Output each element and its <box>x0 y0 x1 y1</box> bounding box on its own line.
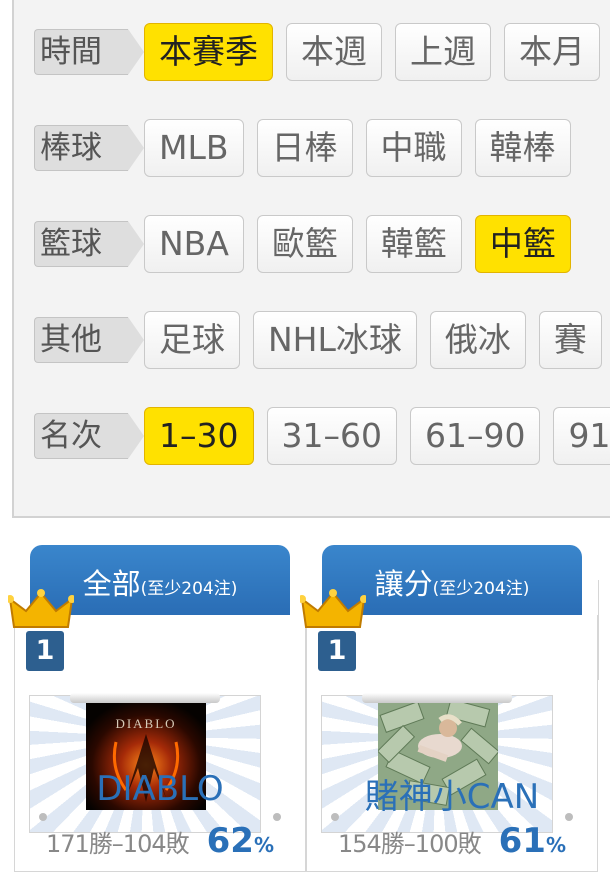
leaderboard-card-all[interactable]: DIABLO 全部(至少204注) 1 DIABLO 171勝–104敗 62% <box>8 545 306 872</box>
card-note: (至少204注) <box>432 579 530 599</box>
filter-label-rank: 名次 <box>34 413 144 459</box>
player-photo-frame[interactable]: DIABLO <box>29 695 261 833</box>
filter-panel: 時間 本賽季 本週 上週 本月 棒球 MLB 日棒 中職 韓棒 籃球 NBA 歐… <box>12 0 610 518</box>
rank-badge: 1 <box>318 631 356 671</box>
other-option-more[interactable]: 賽 <box>538 311 602 369</box>
basketball-option-euro[interactable]: 歐籃 <box>256 215 353 273</box>
filter-row-rank: 名次 1–30 31–60 61–90 91–120 <box>34 406 610 466</box>
win-loss-record: 154勝–100敗 <box>338 830 482 858</box>
time-option-last-week[interactable]: 上週 <box>395 23 491 81</box>
rank-option-61-90[interactable]: 61–90 <box>409 407 541 465</box>
baseball-option-kbo[interactable]: 韓棒 <box>474 119 571 177</box>
player-name[interactable]: DIABLO <box>30 769 290 809</box>
frame-pin <box>39 813 47 821</box>
basketball-option-korea[interactable]: 韓籃 <box>365 215 462 273</box>
basketball-option-china[interactable]: 中籃 <box>474 215 571 273</box>
filter-label-time: 時間 <box>34 29 144 75</box>
rank-option-91-120[interactable]: 91–120 <box>553 407 610 465</box>
filter-row-baseball: 棒球 MLB 日棒 中職 韓棒 <box>34 118 584 178</box>
frame-pin <box>273 813 281 821</box>
time-option-this-week[interactable]: 本週 <box>286 23 382 81</box>
filter-row-other: 其他 足球 NHL冰球 俄冰 賽 <box>34 310 610 370</box>
baseball-option-cpbl[interactable]: 中職 <box>365 119 462 177</box>
crown-icon <box>300 589 366 628</box>
time-option-this-season[interactable]: 本賽季 <box>144 23 273 81</box>
other-option-soccer[interactable]: 足球 <box>144 311 240 369</box>
percent-sign: % <box>545 833 566 857</box>
percent-sign: % <box>253 833 274 857</box>
filter-label-baseball: 棒球 <box>34 125 144 171</box>
baseball-option-npb[interactable]: 日棒 <box>256 119 353 177</box>
time-option-this-month[interactable]: 本月 <box>504 23 600 81</box>
player-record: 171勝–104敗 62% <box>30 821 290 865</box>
filter-label-other: 其他 <box>34 317 144 363</box>
player-record: 154勝–100敗 61% <box>322 821 582 865</box>
card-title: 讓分 <box>374 567 433 601</box>
frame-rail <box>70 693 220 703</box>
player-name[interactable]: 賭神小CAN <box>322 769 582 818</box>
card-title: 全部 <box>82 567 141 601</box>
baseball-option-mlb[interactable]: MLB <box>144 119 244 177</box>
rank-badge: 1 <box>26 631 64 671</box>
frame-rail <box>362 693 512 703</box>
next-card-edge <box>598 580 610 680</box>
filter-row-basketball: 籃球 NBA 歐籃 韓籃 中籃 <box>34 214 584 274</box>
other-option-khl[interactable]: 俄冰 <box>429 311 526 369</box>
leaderboard-card-spread[interactable]: 讓分(至少204注) 1 賭神小CAN 154勝–100敗 61% <box>300 545 598 872</box>
crown-icon <box>8 589 74 628</box>
basketball-option-nba[interactable]: NBA <box>144 215 244 273</box>
other-option-nhl[interactable]: NHL冰球 <box>253 311 417 369</box>
rank-option-31-60[interactable]: 31–60 <box>266 407 397 465</box>
win-loss-record: 171勝–104敗 <box>46 830 190 858</box>
rank-option-1-30[interactable]: 1–30 <box>144 407 254 465</box>
card-note: (至少204注) <box>140 579 238 599</box>
filter-label-basketball: 籃球 <box>34 221 144 267</box>
diablo-logo-text: DIABLO <box>115 716 176 731</box>
win-percentage: 62 <box>206 821 254 861</box>
filter-row-time: 時間 本賽季 本週 上週 本月 <box>34 22 610 82</box>
win-percentage: 61 <box>498 821 546 861</box>
